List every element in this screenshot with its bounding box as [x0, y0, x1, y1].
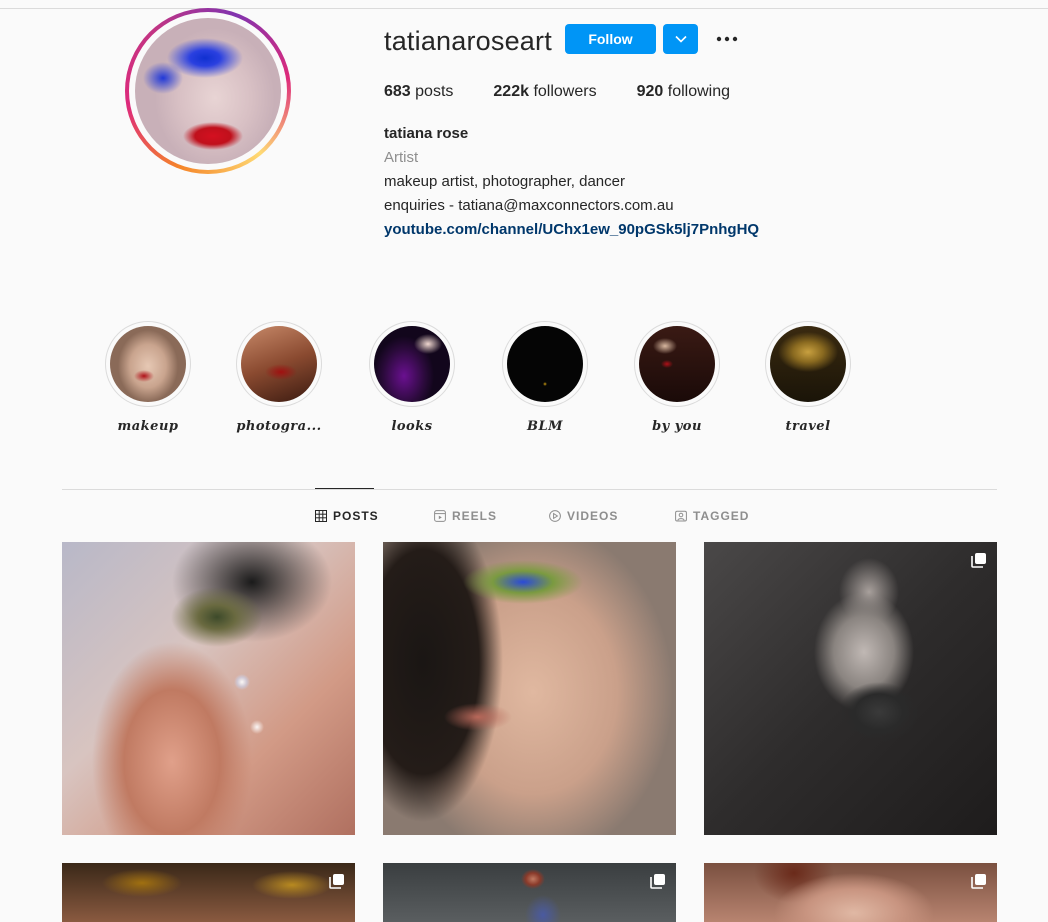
highlight-photography[interactable]: photogra...: [229, 321, 329, 434]
highlight-cover: [110, 326, 186, 402]
post-tile[interactable]: [383, 542, 676, 835]
followers-stat[interactable]: 222k followers: [493, 83, 596, 101]
highlight-label: by you: [652, 419, 702, 434]
highlight-ring: [105, 321, 191, 407]
tab-posts[interactable]: POSTS: [315, 509, 379, 523]
post-tile[interactable]: [704, 863, 997, 922]
tab-label: VIDEOS: [567, 509, 619, 523]
following-stat[interactable]: 920 following: [637, 83, 730, 101]
highlight-label: photogra...: [236, 419, 322, 434]
highlight-label: makeup: [117, 419, 179, 434]
highlight-ring: [369, 321, 455, 407]
multiple-photos-icon: [650, 874, 665, 889]
multiple-photos-icon: [971, 553, 986, 568]
highlight-cover: [639, 326, 715, 402]
active-tab-indicator: [315, 488, 374, 489]
tab-reels[interactable]: REELS: [434, 509, 497, 523]
profile-category: Artist: [384, 149, 419, 166]
follow-button[interactable]: Follow: [565, 24, 656, 54]
highlight-cover: [770, 326, 846, 402]
highlight-label: looks: [391, 419, 433, 434]
posts-label: posts: [415, 83, 454, 100]
highlight-travel[interactable]: travel: [758, 321, 858, 434]
bio-line: enquiries - tatiana@maxconnectors.com.au: [384, 197, 674, 214]
highlight-label: travel: [785, 419, 831, 434]
chevron-down-icon: [674, 35, 687, 43]
avatar-border: [129, 12, 287, 170]
tab-tagged[interactable]: TAGGED: [675, 509, 749, 523]
multiple-photos-icon: [971, 874, 986, 889]
highlight-makeup[interactable]: makeup: [98, 321, 198, 434]
highlight-blm[interactable]: BLM: [495, 321, 595, 434]
posts-stat: 683 posts: [384, 83, 453, 101]
profile-stats: 683 posts 222k followers 920 following: [384, 83, 770, 101]
avatar-image: [135, 18, 281, 164]
multiple-photos-icon: [329, 874, 344, 889]
tab-label: REELS: [452, 509, 498, 523]
highlight-ring: [765, 321, 851, 407]
followers-label: followers: [533, 83, 597, 100]
top-divider: [0, 8, 1048, 9]
post-tile[interactable]: [383, 863, 676, 922]
ellipsis-icon: [716, 36, 738, 42]
highlight-cover: [241, 326, 317, 402]
tagged-icon: [675, 510, 687, 522]
highlight-cover: [507, 326, 583, 402]
more-options-button[interactable]: [715, 25, 739, 53]
tab-label: POSTS: [333, 509, 379, 523]
suggested-accounts-button[interactable]: [663, 24, 698, 54]
post-tile[interactable]: [704, 542, 997, 835]
highlight-ring: [634, 321, 720, 407]
profile-full-name: tatiana rose: [384, 125, 469, 142]
tab-videos[interactable]: VIDEOS: [549, 509, 618, 523]
highlight-ring: [236, 321, 322, 407]
highlight-by-you[interactable]: by you: [627, 321, 727, 434]
highlight-label: BLM: [526, 419, 564, 434]
tabs-divider: [62, 489, 997, 490]
post-tile[interactable]: [62, 542, 355, 835]
profile-avatar[interactable]: [125, 8, 291, 174]
post-tile[interactable]: [62, 863, 355, 922]
reels-icon: [434, 510, 446, 522]
profile-username: tatianaroseart: [384, 26, 552, 56]
play-icon: [549, 510, 561, 522]
posts-count: 683: [384, 83, 411, 100]
highlight-cover: [374, 326, 450, 402]
bio-line: makeup artist, photographer, dancer: [384, 173, 625, 190]
bio-link[interactable]: youtube.com/channel/UChx1ew_90pGSk5lj7Pn…: [384, 221, 759, 238]
following-label: following: [667, 83, 731, 100]
followers-count: 222k: [493, 83, 529, 100]
tab-label: TAGGED: [693, 509, 750, 523]
highlight-ring: [502, 321, 588, 407]
highlight-looks[interactable]: looks: [362, 321, 462, 434]
grid-icon: [315, 510, 327, 522]
following-count: 920: [636, 83, 664, 100]
